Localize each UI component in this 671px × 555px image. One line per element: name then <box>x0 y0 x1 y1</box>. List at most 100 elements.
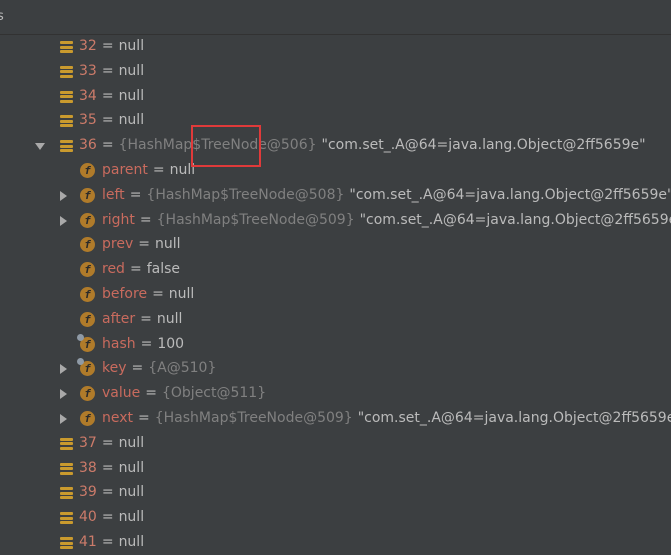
final-marker-icon <box>77 333 84 341</box>
field-name: value <box>102 385 141 402</box>
field-icon: f <box>80 311 95 327</box>
field-name: parent <box>102 162 148 178</box>
final-marker-icon <box>77 358 84 366</box>
equals-sign: = <box>131 360 144 377</box>
field-icon: f <box>80 212 95 228</box>
field-row[interactable]: f hash = 100 <box>0 333 671 357</box>
element-index: 37 <box>79 434 97 451</box>
equals-sign: = <box>101 137 114 154</box>
equals-sign: = <box>101 484 114 501</box>
field-row[interactable]: f red = false <box>0 258 671 282</box>
field-row[interactable]: f key = {A@510} <box>0 357 671 381</box>
panel-tab-label[interactable]: s <box>0 9 4 24</box>
equals-sign: = <box>129 186 142 203</box>
variable-value: 100 <box>157 335 185 352</box>
array-element-row[interactable]: 38 = null <box>0 457 671 481</box>
chevron-right-icon[interactable] <box>57 388 69 400</box>
variable-value: null <box>118 534 145 550</box>
equals-sign: = <box>101 112 114 129</box>
array-element-icon <box>60 487 73 500</box>
field-row[interactable]: f parent = null <box>0 159 671 183</box>
field-row[interactable]: f next = {HashMap$TreeNode@509} "com.set_.A@… <box>0 407 671 431</box>
string-value: "com.set_.A@64=java.lang.Object@2ff5659e… <box>359 211 671 228</box>
variable-value: null <box>169 162 196 178</box>
equals-sign: = <box>129 261 142 278</box>
array-element-icon <box>60 65 73 78</box>
field-name: left <box>102 186 125 203</box>
variable-value: null <box>118 434 145 451</box>
field-icon: f <box>80 163 95 178</box>
field-row[interactable]: f right = {HashMap$TreeNode@509} "com.set_.A… <box>0 209 671 233</box>
field-name: next <box>102 410 134 426</box>
array-element-row[interactable]: 34 = null <box>0 85 671 109</box>
array-element-row[interactable]: 36 = {HashMap$TreeNode@506} "com.set_.A@64=… <box>0 134 671 158</box>
equals-sign: = <box>152 286 164 302</box>
field-row[interactable]: f value = {Object@511} <box>0 382 671 406</box>
string-value: "com.set_.A@64=java.lang.Object@2ff5659e… <box>321 137 646 154</box>
chevron-down-icon[interactable] <box>34 140 46 152</box>
equals-sign: = <box>101 459 114 476</box>
object-reference: {Object@511} <box>161 385 267 402</box>
field-row[interactable]: f left = {HashMap$TreeNode@508} "com.set_.A@… <box>0 184 671 208</box>
field-row[interactable]: f after = null <box>0 308 671 332</box>
equals-sign: = <box>101 509 114 526</box>
variable-value: null <box>118 62 145 79</box>
array-element-row[interactable]: 41 = null <box>0 531 671 555</box>
array-element-row[interactable]: 39 = null <box>0 481 671 505</box>
variable-value: null <box>118 509 145 526</box>
chevron-right-icon[interactable] <box>57 190 69 202</box>
array-element-row[interactable]: 37 = null <box>0 432 671 456</box>
field-name: key <box>102 360 127 377</box>
equals-sign: = <box>101 87 114 104</box>
element-index: 32 <box>79 38 97 54</box>
variable-value: null <box>168 286 195 302</box>
equals-sign: = <box>139 211 152 228</box>
equals-sign: = <box>138 410 150 426</box>
variable-value: false <box>146 261 180 278</box>
element-index: 33 <box>79 62 97 79</box>
equals-sign: = <box>140 335 153 352</box>
equals-sign: = <box>101 38 114 54</box>
field-name: hash <box>102 335 136 352</box>
object-reference: {HashMap$TreeNode@509} <box>156 211 355 228</box>
array-element-icon <box>60 41 73 53</box>
field-icon: f <box>80 187 95 203</box>
object-reference: {HashMap$TreeNode@508} <box>146 186 345 203</box>
variable-value: null <box>118 38 145 54</box>
field-row[interactable]: f before = null <box>0 283 671 307</box>
field-icon: f <box>77 333 95 352</box>
debug-panel-header: s <box>0 0 671 35</box>
field-icon: f <box>80 287 95 302</box>
element-index: 38 <box>79 459 97 476</box>
chevron-right-icon[interactable] <box>57 413 69 425</box>
field-row[interactable]: f prev = null <box>0 233 671 257</box>
variable-value: null <box>118 459 145 476</box>
array-element-row[interactable]: 40 = null <box>0 506 671 530</box>
chevron-right-icon[interactable] <box>57 363 69 375</box>
array-element-icon <box>60 140 73 153</box>
element-index: 35 <box>79 112 97 129</box>
element-index: 36 <box>79 137 97 154</box>
object-reference: {HashMap$TreeNode@506} <box>118 137 317 154</box>
array-element-row[interactable]: 33 = null <box>0 60 671 84</box>
object-reference: {HashMap$TreeNode@509} <box>154 410 353 426</box>
field-icon: f <box>77 358 95 377</box>
array-element-row[interactable]: 35 = null <box>0 109 671 133</box>
equals-sign: = <box>140 310 152 327</box>
equals-sign: = <box>138 236 150 253</box>
variable-value: null <box>118 484 145 501</box>
string-value: "com.set_.A@64=java.lang.Object@2ff5659e… <box>349 186 671 203</box>
array-element-icon <box>60 115 73 128</box>
variable-value: null <box>118 112 145 129</box>
array-element-icon <box>60 537 73 549</box>
element-index: 41 <box>79 534 97 550</box>
field-name: red <box>102 261 125 278</box>
equals-sign: = <box>101 434 114 451</box>
field-icon: f <box>80 386 95 402</box>
element-index: 39 <box>79 484 97 501</box>
array-element-icon <box>60 437 73 450</box>
chevron-right-icon[interactable] <box>57 215 69 227</box>
array-element-row[interactable]: 32 = null <box>0 35 671 59</box>
equals-sign: = <box>101 62 114 79</box>
equals-sign: = <box>101 534 114 550</box>
